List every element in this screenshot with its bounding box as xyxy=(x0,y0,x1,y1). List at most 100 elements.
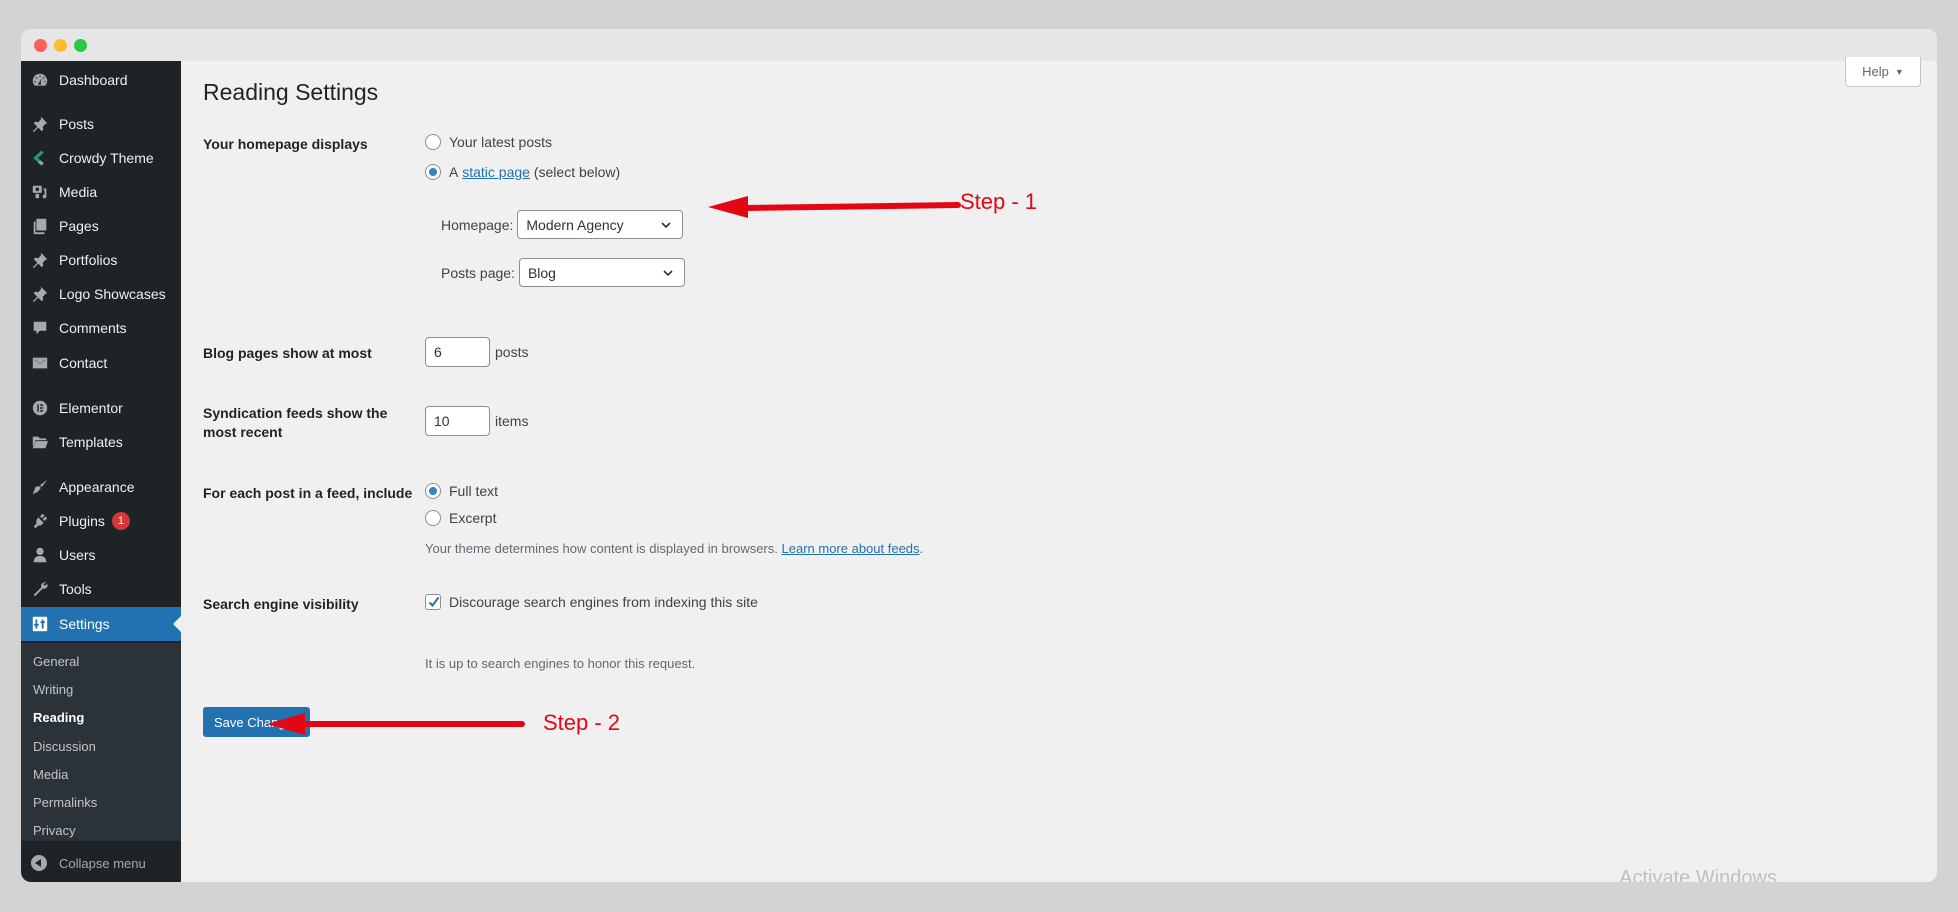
sidebar-item-label: Templates xyxy=(59,434,123,450)
sidebar-item-label: Tools xyxy=(59,581,92,597)
sidebar-item-appearance[interactable]: Appearance xyxy=(21,470,181,504)
submenu-item-permalinks[interactable]: Permalinks xyxy=(33,795,97,810)
sidebar-item-portfolios[interactable]: Portfolios xyxy=(21,243,181,277)
sidebar-item-tools[interactable]: Tools xyxy=(21,572,181,606)
paintbrush-icon xyxy=(30,477,50,497)
crowdy-theme-icon xyxy=(30,148,50,168)
elementor-icon xyxy=(30,398,50,418)
chevron-down-icon xyxy=(663,270,673,277)
sidebar-item-label: Comments xyxy=(59,320,127,336)
latest-posts-radio[interactable] xyxy=(425,134,441,150)
posts-page-select-value: Blog xyxy=(527,264,556,281)
sidebar-item-dashboard[interactable]: Dashboard xyxy=(21,63,181,97)
full-text-label: Full text xyxy=(449,483,499,499)
step-1-annotation: Step - 1 xyxy=(960,189,1038,214)
homepage-displays-label: Your homepage displays xyxy=(203,136,368,152)
full-text-option[interactable]: Full text xyxy=(425,483,498,499)
posts-page-select-row: Posts page: Blog xyxy=(441,258,685,287)
discourage-search-option[interactable]: Discourage search engines from indexing … xyxy=(425,594,758,610)
blog-pages-input[interactable]: 6 xyxy=(425,337,490,367)
excerpt-label: Excerpt xyxy=(449,510,497,526)
help-label: Help xyxy=(1862,64,1889,79)
sidebar-item-label: Users xyxy=(59,547,96,563)
sidebar-item-label: Media xyxy=(59,184,98,200)
collapse-arrow-icon xyxy=(31,855,47,871)
latest-posts-label: Your latest posts xyxy=(449,134,552,150)
chevron-down-icon xyxy=(661,222,671,229)
feed-description-suffix: . xyxy=(919,541,924,556)
posts-page-select[interactable]: Blog xyxy=(518,258,685,287)
collapse-menu-label: Collapse menu xyxy=(59,855,146,871)
step-2-annotation: Step - 2 xyxy=(543,710,621,735)
sidebar-item-label: Elementor xyxy=(59,400,123,416)
submenu-item-writing[interactable]: Writing xyxy=(33,682,73,697)
pages-icon xyxy=(30,216,50,236)
collapse-menu-button[interactable]: Collapse menu xyxy=(21,843,181,882)
static-page-prefix: A xyxy=(449,164,459,180)
submenu-item-discussion[interactable]: Discussion xyxy=(33,739,96,754)
submenu-item-media[interactable]: Media xyxy=(33,767,68,782)
sidebar-item-users[interactable]: Users xyxy=(21,538,181,572)
admin-sidebar: Dashboard Posts Crowdy Theme Media Pages… xyxy=(21,61,181,882)
sidebar-item-label: Pages xyxy=(59,218,99,234)
static-page-option[interactable]: A static page (select below) xyxy=(425,164,620,180)
search-visibility-label: Search engine visibility xyxy=(203,596,359,612)
full-text-radio[interactable] xyxy=(425,483,441,499)
homepage-select-row: Homepage: Modern Agency xyxy=(441,210,684,239)
checkmark-icon xyxy=(428,596,440,608)
submenu-item-reading[interactable]: Reading xyxy=(33,710,84,725)
mail-icon xyxy=(30,353,50,373)
help-button[interactable]: Help ▼ xyxy=(1845,57,1921,87)
feed-include-label: For each post in a feed, include xyxy=(203,485,413,501)
pin-icon xyxy=(30,250,50,270)
activate-windows-watermark: Activate Windows xyxy=(1619,867,1777,882)
posts-page-select-label: Posts page: xyxy=(441,264,515,281)
browser-window: Dashboard Posts Crowdy Theme Media Pages… xyxy=(21,29,1937,882)
syndication-unit: items xyxy=(495,413,529,429)
minimize-window-button[interactable] xyxy=(54,39,67,52)
sidebar-item-contact[interactable]: Contact xyxy=(21,346,181,380)
sidebar-item-media[interactable]: Media xyxy=(21,175,181,209)
submenu-item-privacy[interactable]: Privacy xyxy=(33,823,76,838)
triangle-down-icon: ▼ xyxy=(1894,66,1904,77)
search-visibility-description: It is up to search engines to honor this… xyxy=(425,656,696,671)
plugin-icon xyxy=(30,511,50,531)
maximize-window-button[interactable] xyxy=(74,39,87,52)
user-icon xyxy=(30,545,50,565)
sidebar-item-crowdy-theme[interactable]: Crowdy Theme xyxy=(21,141,181,175)
submenu-item-general[interactable]: General xyxy=(33,654,79,669)
sidebar-item-elementor[interactable]: Elementor xyxy=(21,391,181,425)
sidebar-item-comments[interactable]: Comments xyxy=(21,311,181,345)
sidebar-item-label: Logo Showcases xyxy=(59,286,166,302)
sidebar-item-pages[interactable]: Pages xyxy=(21,209,181,243)
excerpt-radio[interactable] xyxy=(425,510,441,526)
latest-posts-option[interactable]: Your latest posts xyxy=(425,134,552,150)
blog-pages-label: Blog pages show at most xyxy=(203,345,372,361)
sidebar-item-label: Dashboard xyxy=(59,72,128,88)
discourage-search-checkbox[interactable] xyxy=(425,594,441,610)
homepage-select[interactable]: Modern Agency xyxy=(517,210,684,239)
sidebar-item-logo-showcases[interactable]: Logo Showcases xyxy=(21,277,181,311)
sidebar-item-settings[interactable]: Settings xyxy=(21,607,181,641)
excerpt-option[interactable]: Excerpt xyxy=(425,510,496,526)
sidebar-item-plugins[interactable]: Plugins 1 xyxy=(21,504,181,538)
step-1-arrow xyxy=(708,196,961,218)
learn-more-feeds-link[interactable]: Learn more about feeds xyxy=(782,541,920,556)
feed-description-text: Your theme determines how content is dis… xyxy=(425,541,778,556)
static-page-link[interactable]: static page xyxy=(462,164,530,180)
syndication-input[interactable]: 10 xyxy=(425,406,490,436)
media-icon xyxy=(30,182,50,202)
sidebar-item-label: Crowdy Theme xyxy=(59,150,154,166)
homepage-select-value: Modern Agency xyxy=(526,216,624,233)
static-page-radio[interactable] xyxy=(425,164,441,180)
settings-submenu: General Writing Reading Discussion Media… xyxy=(21,643,181,841)
step-2-arrow xyxy=(267,713,525,735)
sidebar-item-label: Plugins xyxy=(59,513,105,529)
sidebar-item-label: Contact xyxy=(59,355,108,371)
close-window-button[interactable] xyxy=(34,39,47,52)
pin-icon xyxy=(30,114,50,134)
homepage-select-label: Homepage: xyxy=(441,216,514,233)
sidebar-item-posts[interactable]: Posts xyxy=(21,107,181,141)
sidebar-item-templates[interactable]: Templates xyxy=(21,425,181,459)
window-titlebar xyxy=(21,29,1937,61)
